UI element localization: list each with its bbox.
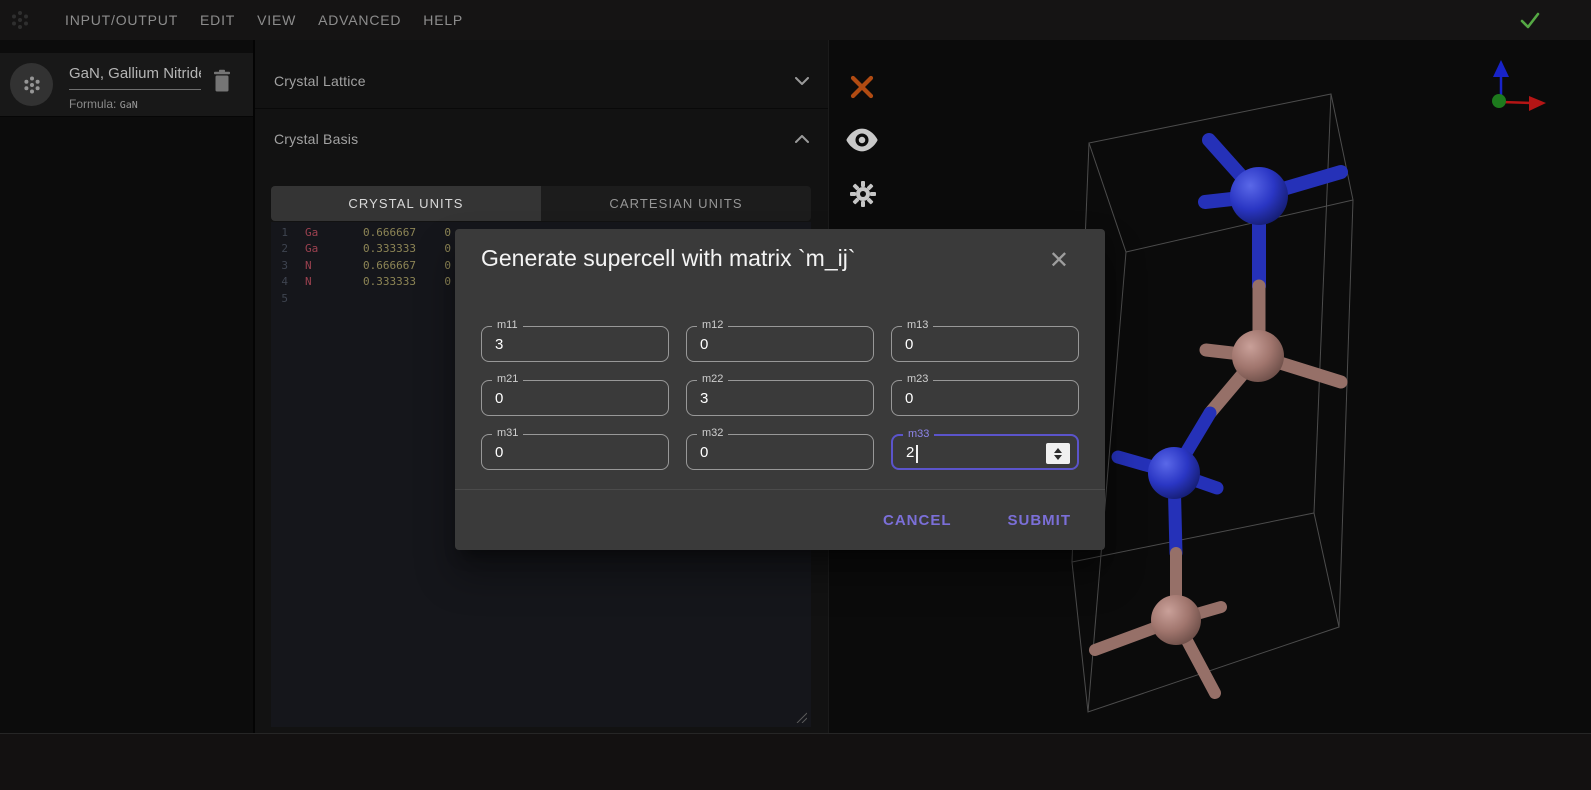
matrix-input-m11[interactable] — [482, 327, 668, 361]
matrix-field-m33[interactable]: m33 — [891, 434, 1079, 470]
cancel-button[interactable]: CANCEL — [875, 506, 960, 535]
coordinate: 0 — [416, 241, 451, 257]
settings-gear-icon[interactable] — [849, 180, 877, 208]
field-label: m32 — [697, 427, 728, 439]
spinner-down-icon[interactable] — [1054, 455, 1062, 460]
material-formula: Formula: GaN — [69, 97, 138, 111]
deselect-close-icon[interactable] — [849, 74, 875, 100]
spinner-up-icon[interactable] — [1054, 448, 1062, 453]
coordinate — [416, 291, 451, 307]
element-symbol: Ga — [305, 225, 335, 241]
coordinate — [335, 291, 416, 307]
dialog-footer: CANCEL SUBMIT — [455, 489, 1105, 550]
formula-label: Formula: — [69, 97, 116, 111]
menu-items: INPUT/OUTPUT EDIT VIEW ADVANCED HELP — [65, 12, 463, 28]
delete-material-icon[interactable] — [213, 69, 231, 93]
matrix-field-m22[interactable]: m22 — [686, 380, 874, 416]
line-number: 4 — [271, 274, 288, 290]
coordinate: 0 — [416, 225, 451, 241]
menu-edit[interactable]: EDIT — [200, 12, 235, 28]
field-label: m23 — [902, 373, 933, 385]
material-drag-handle[interactable] — [10, 63, 53, 106]
field-label: m12 — [697, 319, 728, 331]
atoms-and-bonds — [1095, 140, 1341, 693]
coordinate: 0.666667 — [335, 258, 416, 274]
molecule-dots-icon — [20, 73, 44, 97]
bottom-strip — [0, 733, 1591, 790]
editor-resize-handle[interactable] — [795, 711, 807, 723]
section-crystal-lattice[interactable]: Crystal Lattice — [255, 53, 828, 109]
coordinate: 0 — [416, 274, 451, 290]
section-title: Crystal Basis — [274, 131, 358, 147]
field-label: m33 — [903, 428, 934, 440]
chevron-up-icon — [795, 135, 809, 143]
matrix-field-m31[interactable]: m31 — [481, 434, 669, 470]
matrix-input-m31[interactable] — [482, 435, 668, 469]
matrix-input-m23[interactable] — [892, 381, 1078, 415]
element-symbol: N — [305, 274, 335, 290]
matrix-grid: m11 m12 m13 m21 m22 m23 — [481, 326, 1079, 470]
field-label: m13 — [902, 319, 933, 331]
coordinate: 0.666667 — [335, 225, 416, 241]
text-cursor — [916, 445, 918, 463]
matrix-input-m21[interactable] — [482, 381, 668, 415]
line-number: 3 — [271, 258, 288, 274]
menu-input-output[interactable]: INPUT/OUTPUT — [65, 12, 178, 28]
coordinate: 0.333333 — [335, 274, 416, 290]
element-symbol: Ga — [305, 241, 335, 257]
tab-crystal-units[interactable]: CRYSTAL UNITS — [271, 186, 541, 221]
nitrogen-atom[interactable] — [1148, 447, 1200, 499]
matrix-field-m32[interactable]: m32 — [686, 434, 874, 470]
field-label: m22 — [697, 373, 728, 385]
section-crystal-basis[interactable]: Crystal Basis — [255, 109, 828, 169]
element-symbol: N — [305, 258, 335, 274]
field-label: m21 — [492, 373, 523, 385]
matrix-field-m12[interactable]: m12 — [686, 326, 874, 362]
gallium-atom[interactable] — [1232, 330, 1284, 382]
app-window: INPUT/OUTPUT EDIT VIEW ADVANCED HELP GaN — [0, 0, 1591, 790]
gallium-atom[interactable] — [1151, 595, 1201, 645]
tab-cartesian-units[interactable]: CARTESIAN UNITS — [541, 186, 811, 221]
line-number: 5 — [271, 291, 288, 307]
matrix-input-m12[interactable] — [687, 327, 873, 361]
materials-sidebar: GaN, Gallium Nitride, I Formula: GaN — [0, 40, 255, 733]
element-symbol — [305, 291, 335, 307]
coordinate: 0.333333 — [335, 241, 416, 257]
units-tabbar: CRYSTAL UNITS CARTESIAN UNITS — [271, 186, 811, 221]
menu-advanced[interactable]: ADVANCED — [318, 12, 401, 28]
submit-button[interactable]: SUBMIT — [1000, 506, 1080, 535]
section-title: Crystal Lattice — [274, 73, 366, 89]
matrix-input-m32[interactable] — [687, 435, 873, 469]
coordinate: 0 — [416, 258, 451, 274]
dialog-title: Generate supercell with matrix `m_ij` — [481, 245, 856, 272]
matrix-field-m23[interactable]: m23 — [891, 380, 1079, 416]
app-logo-icon — [8, 8, 32, 32]
matrix-field-m21[interactable]: m21 — [481, 380, 669, 416]
matrix-input-m22[interactable] — [687, 381, 873, 415]
menu-view[interactable]: VIEW — [257, 12, 296, 28]
formula-value: GaN — [120, 100, 138, 111]
menu-bar: INPUT/OUTPUT EDIT VIEW ADVANCED HELP — [0, 0, 1591, 40]
xyz-axes-widget — [1484, 55, 1554, 115]
dialog-close-icon[interactable]: ✕ — [1049, 249, 1069, 273]
number-spinner[interactable] — [1046, 443, 1070, 464]
generate-supercell-dialog: Generate supercell with matrix `m_ij` ✕ … — [455, 229, 1105, 550]
menu-help[interactable]: HELP — [423, 12, 463, 28]
field-label: m11 — [492, 319, 523, 331]
field-label: m31 — [492, 427, 523, 439]
material-list-item[interactable]: GaN, Gallium Nitride, I Formula: GaN — [0, 53, 253, 117]
line-number: 2 — [271, 241, 288, 257]
visibility-eye-icon[interactable] — [845, 128, 879, 152]
matrix-field-m11[interactable]: m11 — [481, 326, 669, 362]
material-name-field[interactable]: GaN, Gallium Nitride, I — [69, 65, 201, 90]
apply-check-icon[interactable] — [1517, 7, 1543, 33]
nitrogen-atom[interactable] — [1230, 167, 1288, 225]
chevron-down-icon — [795, 77, 809, 85]
line-number: 1 — [271, 225, 288, 241]
matrix-input-m13[interactable] — [892, 327, 1078, 361]
matrix-field-m13[interactable]: m13 — [891, 326, 1079, 362]
